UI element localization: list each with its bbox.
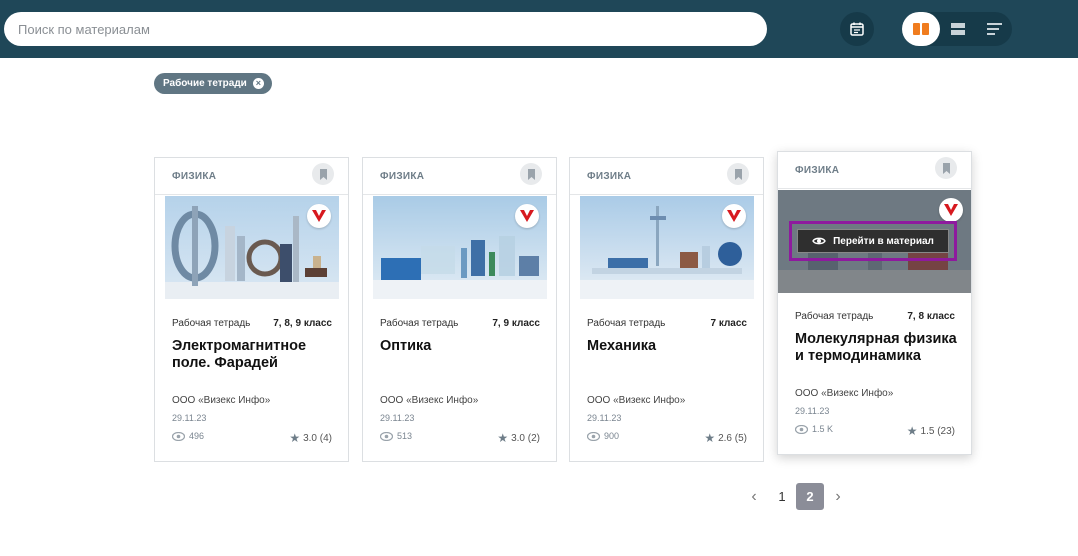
view-mode-switcher — [902, 12, 1012, 46]
card-thumbnail[interactable] — [580, 196, 754, 299]
card-type: Рабочая тетрадь — [380, 318, 459, 329]
calendar-icon — [850, 22, 864, 36]
bookmark-icon — [734, 168, 742, 180]
card-subject: ФИЗИКА — [380, 171, 425, 182]
publisher-logo-icon — [939, 198, 963, 222]
rating-value: 1.5 (23) — [920, 425, 955, 437]
bookmark-button[interactable] — [312, 163, 334, 185]
bookmark-button[interactable] — [935, 157, 957, 179]
search-input[interactable] — [4, 12, 767, 46]
card-type: Рабочая тетрадь — [795, 311, 874, 322]
compact-view-button[interactable] — [975, 12, 1013, 46]
views-count: 496 — [189, 431, 205, 441]
top-bar — [0, 0, 1078, 58]
card-rating: ★ 3.0 (2) — [497, 431, 540, 445]
pagination: ‹ 1 2 › — [740, 483, 852, 510]
star-icon: ★ — [497, 431, 509, 445]
star-icon: ★ — [289, 431, 301, 445]
rating-value: 3.0 (2) — [511, 432, 540, 444]
card-type: Рабочая тетрадь — [172, 318, 251, 329]
card-header: ФИЗИКА — [363, 158, 556, 195]
views-icon — [587, 431, 600, 441]
card-grade: 7 класс — [710, 318, 747, 329]
card-rating: ★ 3.0 (4) — [289, 431, 332, 445]
list-view-icon — [951, 23, 965, 35]
card-type: Рабочая тетрадь — [587, 318, 666, 329]
card-thumbnail[interactable]: Перейти в материал — [778, 190, 971, 293]
eye-icon — [812, 237, 826, 245]
card-title[interactable]: Механика — [587, 338, 749, 355]
card-date: 29.11.23 — [587, 413, 622, 423]
card-header: ФИЗИКА — [570, 158, 763, 195]
material-card[interactable]: ФИЗИКА Рабочая тетрадь 7, 9 класс Оптика… — [362, 157, 557, 462]
bookmark-button[interactable] — [727, 163, 749, 185]
card-subject: ФИЗИКА — [172, 171, 217, 182]
card-views: 900 — [587, 431, 619, 441]
material-card[interactable]: ФИЗИКА Перейти в материал Рабочая тетрад… — [777, 151, 972, 455]
publisher-logo-icon — [515, 204, 539, 228]
card-rating: ★ 2.6 (5) — [704, 431, 747, 445]
card-title[interactable]: Оптика — [380, 338, 542, 355]
bookmark-icon — [527, 168, 535, 180]
rating-value: 2.6 (5) — [718, 432, 747, 444]
views-icon — [380, 431, 393, 441]
prev-page-button[interactable]: ‹ — [740, 483, 768, 510]
views-count: 1.5 K — [812, 424, 834, 434]
card-thumbnail[interactable] — [373, 196, 547, 299]
goto-material-button[interactable]: Перейти в материал — [797, 229, 949, 253]
filter-chip: Рабочие тетради × — [154, 73, 272, 94]
goto-focus-frame: Перейти в материал — [789, 221, 957, 261]
card-views: 496 — [172, 431, 204, 441]
compact-view-icon — [987, 23, 1002, 35]
card-grade: 7, 8, 9 класс — [273, 318, 332, 329]
card-org: ООО «Визекс Инфо» — [380, 395, 479, 406]
card-header: ФИЗИКА — [778, 152, 971, 189]
rating-value: 3.0 (4) — [303, 432, 332, 444]
page-1-button[interactable]: 1 — [768, 483, 796, 510]
card-title[interactable]: Электромагнитное поле. Фарадей — [172, 338, 334, 372]
card-date: 29.11.23 — [172, 413, 207, 423]
list-view-button[interactable] — [939, 12, 977, 46]
views-icon — [795, 424, 808, 434]
publisher-logo-icon — [722, 204, 746, 228]
bookmark-button[interactable] — [520, 163, 542, 185]
next-page-button[interactable]: › — [824, 483, 852, 510]
card-rating: ★ 1.5 (23) — [907, 424, 955, 438]
remove-filter-icon[interactable]: × — [252, 78, 264, 89]
views-count: 900 — [604, 431, 620, 441]
material-card[interactable]: ФИЗИКА Рабочая тетрадь 7, 8, 9 класс Эле… — [154, 157, 349, 462]
card-org: ООО «Визекс Инфо» — [795, 388, 894, 399]
card-views: 1.5 K — [795, 424, 833, 434]
card-grade: 7, 9 класс — [492, 318, 540, 329]
goto-material-label: Перейти в материал — [833, 235, 934, 247]
card-subject: ФИЗИКА — [587, 171, 632, 182]
calendar-button[interactable] — [840, 12, 874, 46]
card-date: 29.11.23 — [795, 406, 830, 416]
views-icon — [172, 431, 185, 441]
grid-view-icon — [913, 23, 929, 35]
card-subject: ФИЗИКА — [795, 165, 840, 176]
grid-view-button[interactable] — [902, 12, 940, 46]
card-grade: 7, 8 класс — [907, 311, 955, 322]
filter-chip-label: Рабочие тетради — [163, 78, 247, 89]
views-count: 513 — [397, 431, 413, 441]
card-title[interactable]: Молекулярная физика и термодинамика — [795, 331, 957, 365]
page-2-button[interactable]: 2 — [796, 483, 824, 510]
bookmark-icon — [942, 162, 950, 174]
card-header: ФИЗИКА — [155, 158, 348, 195]
card-thumbnail[interactable] — [165, 196, 339, 299]
card-date: 29.11.23 — [380, 413, 415, 423]
card-org: ООО «Визекс Инфо» — [587, 395, 686, 406]
bookmark-icon — [319, 168, 327, 180]
star-icon: ★ — [704, 431, 716, 445]
material-card[interactable]: ФИЗИКА Рабочая тетрадь 7 класс Механика … — [569, 157, 764, 462]
star-icon: ★ — [906, 424, 918, 438]
card-views: 513 — [380, 431, 412, 441]
publisher-logo-icon — [307, 204, 331, 228]
card-org: ООО «Визекс Инфо» — [172, 395, 271, 406]
